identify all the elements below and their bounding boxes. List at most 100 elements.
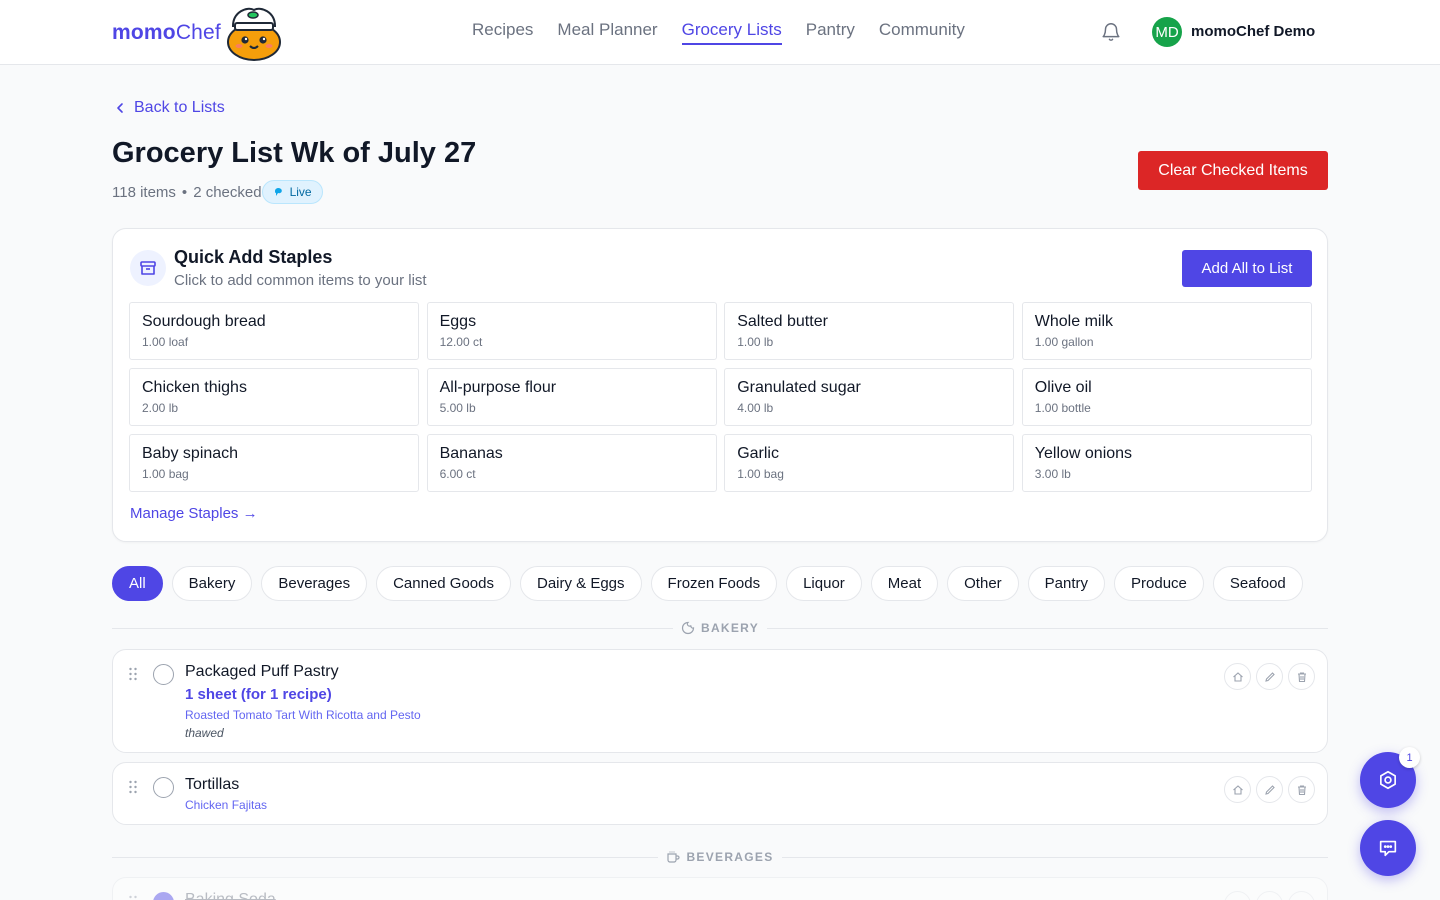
staple-qty: 1.00 lb bbox=[737, 335, 774, 349]
filter-chip-bakery[interactable]: Bakery bbox=[171, 566, 253, 601]
back-to-lists-link[interactable]: Back to Lists bbox=[112, 99, 225, 117]
staple-name: Baby spinach bbox=[142, 445, 239, 462]
chat-bubble-icon bbox=[1379, 840, 1397, 857]
move-to-pantry-button[interactable] bbox=[1224, 891, 1251, 900]
staple-qty: 5.00 lb bbox=[439, 401, 476, 415]
filter-chip-liquor[interactable]: Liquor bbox=[786, 566, 862, 601]
staple-item[interactable]: Sourdough bread 1.00 loaf bbox=[129, 302, 419, 360]
delete-item-button[interactable] bbox=[1288, 891, 1315, 900]
item-name: Packaged Puff Pastry bbox=[185, 663, 339, 680]
filter-chip-canned-goods[interactable]: Canned Goods bbox=[376, 566, 511, 601]
staple-item[interactable]: Salted butter 1.00 lb bbox=[724, 302, 1015, 360]
nav-community[interactable]: Community bbox=[879, 20, 965, 45]
filter-chip-beverages[interactable]: Beverages bbox=[261, 566, 368, 601]
item-recipe-link[interactable]: Chicken Fajitas bbox=[185, 798, 267, 812]
brand-logo[interactable]: momoChef bbox=[112, 4, 283, 62]
filter-chip-dairy-eggs[interactable]: Dairy & Eggs bbox=[519, 566, 642, 601]
item-checkbox[interactable] bbox=[153, 892, 174, 900]
manage-staples-link[interactable]: Manage Staples → bbox=[130, 505, 258, 522]
move-to-pantry-button[interactable] bbox=[1224, 776, 1251, 803]
staple-name: Yellow onions bbox=[1034, 445, 1133, 462]
staple-item[interactable]: Garlic 1.00 bag bbox=[724, 434, 1015, 492]
filter-chip-other[interactable]: Other bbox=[947, 566, 1019, 601]
drag-handle-icon[interactable] bbox=[128, 780, 138, 794]
grocery-item-row: Baking Soda bbox=[112, 877, 1328, 900]
live-label: Live bbox=[289, 185, 312, 199]
filter-chip-all[interactable]: All bbox=[112, 566, 163, 601]
chef-mascot-icon bbox=[226, 7, 281, 61]
staple-name: Whole milk bbox=[1034, 313, 1114, 330]
quick-add-staples-card: Quick Add Staples Click to add common it… bbox=[112, 228, 1328, 542]
chat-fab-button[interactable] bbox=[1360, 820, 1416, 876]
clear-checked-button[interactable]: Clear Checked Items bbox=[1138, 151, 1328, 190]
filter-chip-seafood[interactable]: Seafood bbox=[1212, 566, 1303, 601]
delete-item-button[interactable] bbox=[1288, 776, 1315, 803]
staples-title: Quick Add Staples bbox=[174, 247, 333, 267]
checked-count: 2 checked bbox=[193, 183, 262, 201]
items-count: 118 items bbox=[112, 183, 176, 201]
edit-item-button[interactable] bbox=[1256, 891, 1283, 900]
section-title: BAKERY bbox=[700, 621, 760, 635]
item-recipe-link[interactable]: Roasted Tomato Tart With Ricotta and Pes… bbox=[185, 708, 421, 722]
staple-item[interactable]: Chicken thighs 2.00 lb bbox=[129, 368, 419, 426]
item-quantity: 1 sheet (for 1 recipe) bbox=[185, 686, 332, 703]
staple-item[interactable]: Granulated sugar 4.00 lb bbox=[724, 368, 1015, 426]
add-all-to-list-button[interactable]: Add All to List bbox=[1182, 250, 1312, 287]
staple-qty: 12.00 ct bbox=[439, 335, 483, 349]
staple-item[interactable]: Baby spinach 1.00 bag bbox=[129, 434, 419, 492]
item-actions bbox=[1224, 776, 1315, 803]
staple-name: All-purpose flour bbox=[439, 379, 557, 396]
item-actions bbox=[1224, 663, 1315, 690]
nav-recipes[interactable]: Recipes bbox=[472, 20, 533, 45]
user-avatar[interactable]: MD bbox=[1152, 17, 1182, 47]
delete-item-button[interactable] bbox=[1288, 663, 1315, 690]
nav-meal-planner[interactable]: Meal Planner bbox=[557, 20, 657, 45]
staple-qty: 4.00 lb bbox=[737, 401, 774, 415]
staple-item[interactable]: Eggs 12.00 ct bbox=[426, 302, 717, 360]
staple-item[interactable]: Yellow onions 3.00 lb bbox=[1021, 434, 1312, 492]
divider bbox=[112, 627, 673, 629]
staple-qty: 1.00 loaf bbox=[142, 335, 189, 349]
staple-name: Garlic bbox=[737, 445, 779, 462]
item-checkbox[interactable] bbox=[153, 664, 174, 685]
staple-item[interactable]: Whole milk 1.00 gallon bbox=[1021, 302, 1312, 360]
filter-chip-meat[interactable]: Meat bbox=[870, 566, 939, 601]
cup-icon bbox=[667, 851, 680, 863]
staple-item[interactable]: Olive oil 1.00 bottle bbox=[1021, 368, 1312, 426]
category-filter-chips: All Bakery Beverages Canned Goods Dairy … bbox=[112, 566, 1330, 602]
filter-chip-frozen-foods[interactable]: Frozen Foods bbox=[650, 566, 778, 601]
section-header-bakery: BAKERY bbox=[112, 618, 1328, 638]
brand-name: momoChef bbox=[112, 21, 221, 44]
staple-item[interactable]: All-purpose flour 5.00 lb bbox=[426, 368, 717, 426]
pencil-icon bbox=[1264, 671, 1275, 682]
staple-name: Salted butter bbox=[737, 313, 828, 330]
nav-pantry[interactable]: Pantry bbox=[806, 20, 855, 45]
item-checkbox[interactable] bbox=[153, 777, 174, 798]
staple-item[interactable]: Bananas 6.00 ct bbox=[426, 434, 717, 492]
section-header-beverages: BEVERAGES bbox=[112, 847, 1328, 867]
meta-separator: • bbox=[181, 183, 188, 201]
move-to-pantry-button[interactable] bbox=[1224, 663, 1251, 690]
notification-bell-icon[interactable] bbox=[1100, 21, 1122, 43]
edit-item-button[interactable] bbox=[1256, 663, 1283, 690]
page-title: Grocery List Wk of July 27 bbox=[112, 137, 477, 169]
staple-qty: 2.00 lb bbox=[142, 401, 179, 415]
archive-box-icon bbox=[130, 250, 166, 286]
edit-item-button[interactable] bbox=[1256, 776, 1283, 803]
notification-count-badge: 1 bbox=[1399, 747, 1420, 768]
nav-grocery-lists[interactable]: Grocery Lists bbox=[681, 20, 782, 45]
section-title: BEVERAGES bbox=[686, 850, 774, 864]
top-navigation-bar: momoChef Recipes Meal Planner Grocery Li… bbox=[0, 0, 1440, 65]
item-name: Tortillas bbox=[185, 776, 240, 793]
staple-qty: 1.00 bag bbox=[737, 467, 784, 481]
staples-grid: Sourdough bread 1.00 loaf Eggs 12.00 ct Sa… bbox=[129, 302, 1312, 492]
staple-qty: 1.00 bottle bbox=[1034, 401, 1091, 415]
user-name[interactable]: momoChef Demo bbox=[1191, 23, 1315, 40]
staple-qty: 3.00 lb bbox=[1034, 467, 1071, 481]
filter-chip-produce[interactable]: Produce bbox=[1114, 566, 1204, 601]
drag-handle-icon[interactable] bbox=[128, 895, 138, 900]
staple-name: Sourdough bread bbox=[142, 313, 266, 330]
filter-chip-pantry[interactable]: Pantry bbox=[1027, 566, 1106, 601]
divider bbox=[781, 856, 1328, 858]
drag-handle-icon[interactable] bbox=[128, 667, 138, 681]
